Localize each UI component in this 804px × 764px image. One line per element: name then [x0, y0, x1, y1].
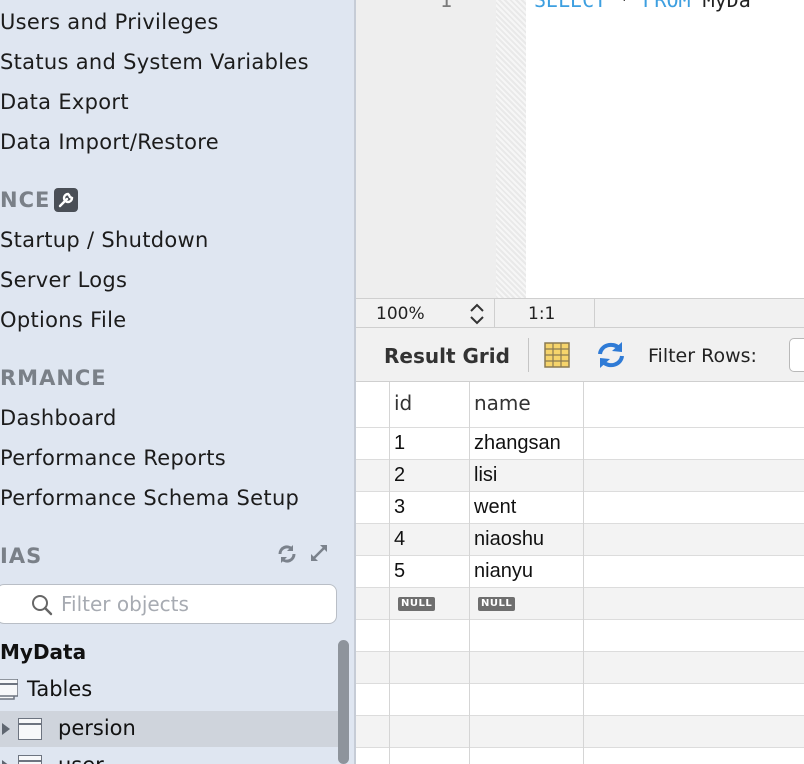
- table-icon: [18, 755, 42, 764]
- navigator-sidebar: Users and Privileges Status and System V…: [0, 0, 354, 764]
- schemas-section-header: IAS: [0, 544, 43, 568]
- code-line: SELECT * FROM MyDa: [534, 0, 751, 12]
- table-row[interactable]: 1 zhangsan: [356, 428, 804, 460]
- cell-name[interactable]: zhangsan: [474, 432, 561, 455]
- sql-table-name: MyDa: [690, 0, 751, 12]
- nav-performance-schema-setup[interactable]: Performance Schema Setup: [0, 485, 299, 511]
- null-badge[interactable]: NULL: [478, 597, 516, 611]
- cursor-position: 1:1: [528, 304, 556, 324]
- empty-row: [356, 652, 804, 684]
- sidebar-scrollbar[interactable]: [338, 640, 349, 764]
- tree-node-table[interactable]: persion: [0, 711, 340, 747]
- nav-data-import[interactable]: Data Import/Restore: [0, 129, 219, 155]
- line-number: 1: [440, 0, 453, 12]
- column-divider[interactable]: [469, 382, 470, 764]
- table-row[interactable]: 2 lisi: [356, 460, 804, 492]
- column-header-id[interactable]: id: [394, 391, 412, 415]
- table-icon: [18, 718, 42, 740]
- tree-node-tables[interactable]: Tables: [0, 672, 340, 708]
- nav-users-privileges[interactable]: Users and Privileges: [0, 9, 219, 35]
- wrench-icon[interactable]: [54, 188, 78, 212]
- result-grid[interactable]: id name 1 zhangsan 2 lisi 3 went 4 niaos…: [356, 382, 804, 764]
- empty-row: [356, 620, 804, 652]
- nav-startup-shutdown[interactable]: Startup / Shutdown: [0, 227, 209, 253]
- result-grid-tab[interactable]: Result Grid: [384, 344, 510, 368]
- tree-tables-label: Tables: [27, 677, 93, 701]
- tables-folder-icon: [0, 679, 18, 700]
- cell-id[interactable]: 5: [394, 560, 405, 583]
- instance-section-header: NCE: [0, 188, 51, 212]
- sql-keyword-select: SELECT: [534, 0, 607, 12]
- grid-header-row: id name: [356, 382, 804, 428]
- null-badge[interactable]: NULL: [398, 597, 436, 611]
- table-row[interactable]: 3 went: [356, 492, 804, 524]
- filter-rows-label: Filter Rows:: [648, 345, 757, 367]
- editor-gutter: [356, 0, 496, 298]
- result-toolbar: Result Grid Filter Rows:: [356, 328, 804, 382]
- filter-rows-input[interactable]: [789, 338, 804, 372]
- nav-performance-reports[interactable]: Performance Reports: [0, 445, 226, 471]
- sql-editor[interactable]: SELECT * FROM MyDa: [526, 0, 804, 298]
- cell-id[interactable]: 3: [394, 496, 405, 519]
- empty-row: [356, 748, 804, 764]
- editor-status-bar: 100% 1:1: [356, 298, 804, 329]
- expand-triangle-icon[interactable]: [2, 723, 10, 735]
- nav-dashboard[interactable]: Dashboard: [0, 405, 117, 431]
- nav-server-logs[interactable]: Server Logs: [0, 267, 127, 293]
- column-header-name[interactable]: name: [474, 391, 531, 415]
- tree-node-table[interactable]: user: [0, 748, 340, 764]
- zoom-level: 100%: [376, 304, 425, 324]
- cell-name[interactable]: went: [474, 496, 516, 519]
- status-divider: [594, 299, 595, 329]
- expand-icon[interactable]: [309, 543, 329, 565]
- empty-row: [356, 684, 804, 716]
- column-divider[interactable]: [583, 382, 584, 764]
- stepper-icon[interactable]: [468, 302, 486, 326]
- column-divider: [389, 382, 390, 764]
- nav-data-export[interactable]: Data Export: [0, 89, 129, 115]
- status-divider: [494, 299, 495, 329]
- expand-triangle-icon[interactable]: [2, 760, 10, 764]
- tree-database-mydata[interactable]: MyData: [0, 640, 86, 664]
- cell-id[interactable]: 4: [394, 528, 405, 551]
- table-row[interactable]: 5 nianyu: [356, 556, 804, 588]
- cell-name[interactable]: niaoshu: [474, 528, 544, 551]
- cell-id[interactable]: 2: [394, 464, 405, 487]
- refresh-icon[interactable]: [594, 340, 628, 370]
- tree-table-label: user: [58, 753, 104, 764]
- editor-margin: [496, 0, 526, 298]
- table-row-new[interactable]: NULL NULL: [356, 588, 804, 620]
- schema-filter-field[interactable]: [0, 584, 337, 624]
- filter-objects-input[interactable]: [61, 591, 321, 617]
- refresh-schemas-icon[interactable]: [276, 543, 298, 565]
- sql-wildcard: *: [606, 0, 643, 12]
- tree-table-label: persion: [58, 716, 136, 740]
- sql-keyword-from: FROM: [642, 0, 691, 12]
- nav-options-file[interactable]: Options File: [0, 307, 126, 333]
- empty-row: [356, 716, 804, 748]
- table-row[interactable]: 4 niaoshu: [356, 524, 804, 556]
- cell-name[interactable]: nianyu: [474, 560, 533, 583]
- nav-status-variables[interactable]: Status and System Variables: [0, 49, 309, 75]
- cell-id[interactable]: 1: [394, 432, 405, 455]
- cell-name[interactable]: lisi: [474, 464, 497, 487]
- grid-icon[interactable]: [544, 342, 570, 368]
- toolbar-divider: [528, 338, 529, 372]
- performance-section-header: RMANCE: [0, 366, 107, 390]
- search-icon: [32, 595, 53, 616]
